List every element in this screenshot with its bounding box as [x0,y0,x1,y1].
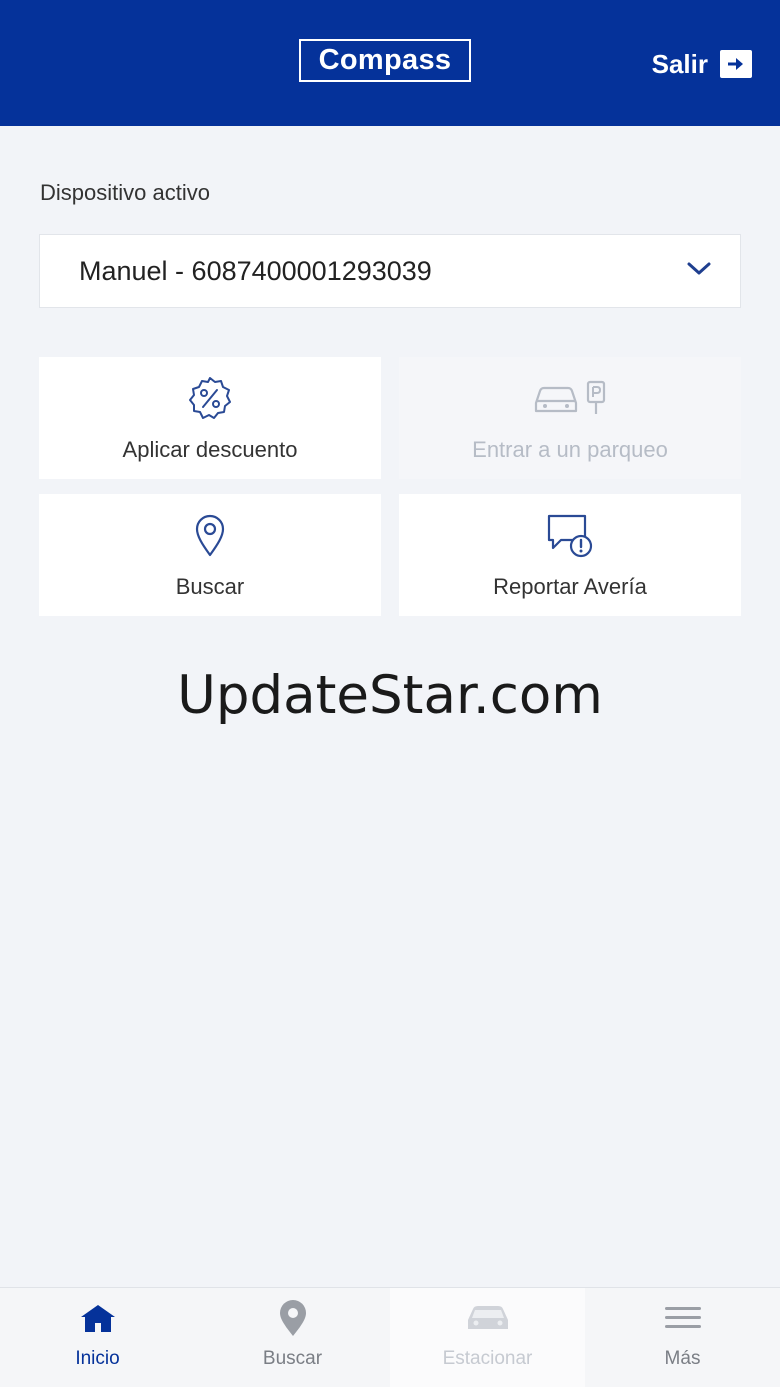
device-label: Dispositivo activo [40,180,210,205]
report-fault-tile[interactable]: Reportar Avería [399,494,741,616]
search-tile[interactable]: Buscar [39,494,381,616]
tab-home[interactable]: Inicio [0,1288,195,1387]
device-dropdown[interactable]: Manuel - 6087400001293039 [39,234,741,308]
tab-search[interactable]: Buscar [195,1288,390,1387]
chevron-down-icon [686,261,712,282]
enter-parking-tile[interactable]: Entrar a un parqueo [399,357,741,479]
car-parking-icon [532,375,608,421]
tab-park[interactable]: Estacionar [390,1288,585,1387]
tab-more[interactable]: Más [585,1288,780,1387]
tab-search-label: Buscar [262,1348,323,1369]
arrow-right-box-icon [720,50,752,78]
discount-badge-icon [187,375,233,421]
report-message-icon [545,512,595,558]
enter-parking-label: Entrar a un parqueo [472,437,668,462]
tab-more-label: Más [664,1348,701,1369]
tab-home-label: Inicio [75,1348,120,1369]
home-icon [78,1298,118,1338]
car-icon [465,1298,511,1338]
logout-label: Salir [651,48,708,79]
app-header: Compass Salir [0,0,780,126]
watermark-text: UpdateStar.com [177,665,603,726]
logo-text: Compass [318,44,452,76]
compass-logo: Compass [299,39,471,82]
location-pin-icon [193,512,227,558]
menu-icon [663,1298,703,1338]
report-fault-label: Reportar Avería [493,574,647,599]
location-pin-icon [278,1298,308,1338]
bottom-tab-bar: Inicio Buscar Estacionar Más [0,1287,780,1387]
apply-discount-tile[interactable]: Aplicar descuento [39,357,381,479]
tab-park-label: Estacionar [442,1348,533,1369]
apply-discount-label: Aplicar descuento [122,437,298,462]
device-selected-value: Manuel - 6087400001293039 [79,255,432,286]
search-label: Buscar [175,574,245,599]
logout-button[interactable]: Salir [652,44,752,84]
